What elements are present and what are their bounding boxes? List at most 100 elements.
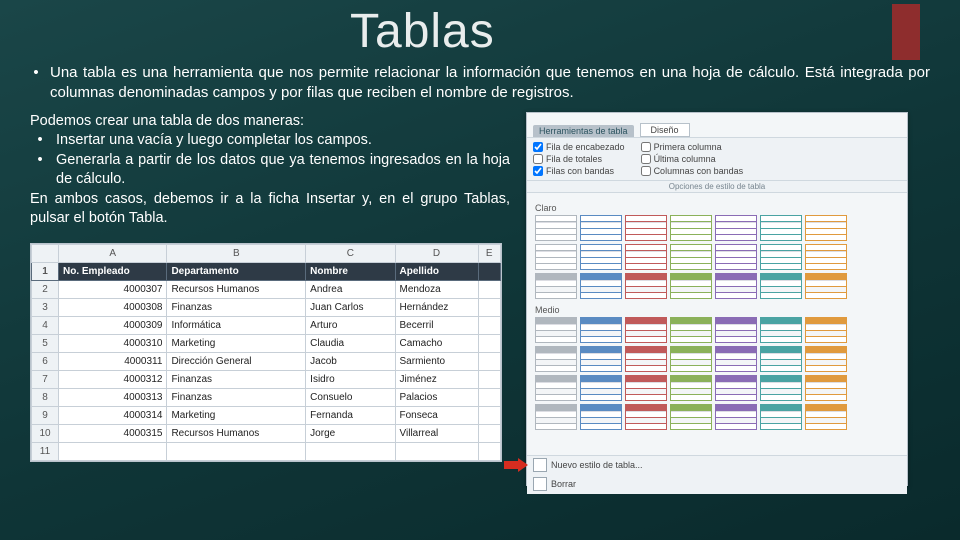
table-style-swatch[interactable] [760, 404, 802, 430]
table-row: 104000315Recursos HumanosJorgeVillarreal [32, 424, 501, 442]
table-style-swatch[interactable] [715, 244, 757, 270]
table-style-swatch[interactable] [760, 375, 802, 401]
table-style-swatch[interactable] [625, 215, 667, 241]
table-style-swatch[interactable] [805, 244, 847, 270]
table-style-swatch[interactable] [580, 244, 622, 270]
slide-title: Tablas [350, 4, 960, 59]
new-table-style-button[interactable]: Nuevo estilo de tabla... [527, 456, 907, 475]
ck-banded-rows[interactable]: Filas con bandas [533, 166, 625, 176]
table-style-swatch[interactable] [580, 404, 622, 430]
outro-line: En ambos casos, debemos ir a la ficha In… [30, 190, 510, 229]
table-style-swatch[interactable] [535, 317, 577, 343]
row-number: 2 [32, 280, 59, 298]
ck-total-row[interactable]: Fila de totales [533, 154, 625, 164]
table-header-cell: No. Empleado [59, 262, 167, 280]
table-style-swatch[interactable] [805, 317, 847, 343]
row-number: 10 [32, 424, 59, 442]
table-style-swatch[interactable] [625, 375, 667, 401]
table-cell: Finanzas [167, 370, 306, 388]
table-row: 94000314MarketingFernandaFonseca [32, 406, 501, 424]
table-cell: Becerril [395, 316, 478, 334]
table-style-swatch[interactable] [715, 346, 757, 372]
table-style-swatch[interactable] [805, 273, 847, 299]
table-style-swatch[interactable] [760, 215, 802, 241]
col-letter: A [59, 244, 167, 262]
table-style-swatch[interactable] [760, 273, 802, 299]
table-cell: Mendoza [395, 280, 478, 298]
checkbox-icon[interactable] [533, 154, 543, 164]
table-style-swatch[interactable] [580, 317, 622, 343]
table-cell: Fonseca [395, 406, 478, 424]
table-cell: Finanzas [167, 298, 306, 316]
clear-style-button[interactable]: Borrar [527, 475, 907, 494]
intro-line: Podemos crear una tabla de dos maneras: [30, 112, 510, 132]
table-style-swatch[interactable] [670, 317, 712, 343]
table-style-swatch[interactable] [670, 215, 712, 241]
table-style-swatch[interactable] [715, 273, 757, 299]
bullet-dot-icon: • [34, 131, 46, 151]
table-style-swatch[interactable] [580, 346, 622, 372]
col-letter [32, 244, 59, 262]
checkbox-icon[interactable] [641, 154, 651, 164]
table-cell: Informática [167, 316, 306, 334]
ck-header-row[interactable]: Fila de encabezado [533, 142, 625, 152]
ck-first-col[interactable]: Primera columna [641, 142, 744, 152]
table-style-swatch[interactable] [625, 273, 667, 299]
table-style-swatch[interactable] [715, 317, 757, 343]
table-style-swatch[interactable] [670, 273, 712, 299]
bullet-dot-icon: • [34, 151, 46, 190]
table-style-swatch[interactable] [580, 375, 622, 401]
table-row: 24000307Recursos HumanosAndreaMendoza [32, 280, 501, 298]
table-style-swatch[interactable] [715, 375, 757, 401]
table-style-swatch[interactable] [715, 215, 757, 241]
table-cell: Marketing [167, 334, 306, 352]
context-tab[interactable]: Herramientas de tabla [533, 125, 634, 137]
table-cell: Hernández [395, 298, 478, 316]
table-style-swatch[interactable] [535, 215, 577, 241]
table-cell: 4000308 [59, 298, 167, 316]
table-row: 64000311Dirección GeneralJacobSarmiento [32, 352, 501, 370]
table-style-swatch[interactable] [805, 375, 847, 401]
table-cell: Dirección General [167, 352, 306, 370]
table-style-swatch[interactable] [625, 244, 667, 270]
table-style-swatch[interactable] [670, 244, 712, 270]
table-style-swatch[interactable] [760, 317, 802, 343]
table-style-swatch[interactable] [670, 404, 712, 430]
red-arrow-icon [504, 458, 530, 472]
design-tab[interactable]: Diseño [640, 123, 690, 137]
ck-banded-cols[interactable]: Columnas con bandas [641, 166, 744, 176]
table-style-swatch[interactable] [670, 375, 712, 401]
table-style-swatch[interactable] [535, 273, 577, 299]
col-letter: D [395, 244, 478, 262]
ck-last-col[interactable]: Última columna [641, 154, 744, 164]
table-style-swatch[interactable] [580, 273, 622, 299]
row-number: 6 [32, 352, 59, 370]
checkbox-icon[interactable] [641, 142, 651, 152]
table-style-swatch[interactable] [535, 346, 577, 372]
row-number: 3 [32, 298, 59, 316]
new-style-icon [533, 458, 547, 472]
checkbox-icon[interactable] [533, 142, 543, 152]
checkbox-icon[interactable] [641, 166, 651, 176]
table-style-swatch[interactable] [580, 215, 622, 241]
table-style-swatch[interactable] [760, 244, 802, 270]
table-style-swatch[interactable] [535, 244, 577, 270]
table-style-swatch[interactable] [535, 404, 577, 430]
table-style-swatch[interactable] [535, 375, 577, 401]
table-style-swatch[interactable] [715, 404, 757, 430]
table-style-swatch[interactable] [760, 346, 802, 372]
table-style-swatch[interactable] [670, 346, 712, 372]
table-style-swatch[interactable] [625, 404, 667, 430]
table-style-swatch[interactable] [805, 215, 847, 241]
table-cell: 4000307 [59, 280, 167, 298]
table-style-swatch[interactable] [625, 317, 667, 343]
table-style-swatch[interactable] [625, 346, 667, 372]
table-cell: Jorge [306, 424, 395, 442]
table-style-swatch[interactable] [805, 346, 847, 372]
table-cell: Consuelo [306, 388, 395, 406]
checkbox-icon[interactable] [533, 166, 543, 176]
table-cell: Jiménez [395, 370, 478, 388]
table-style-swatch[interactable] [805, 404, 847, 430]
col-letter: E [478, 244, 501, 262]
table-cell: Recursos Humanos [167, 280, 306, 298]
